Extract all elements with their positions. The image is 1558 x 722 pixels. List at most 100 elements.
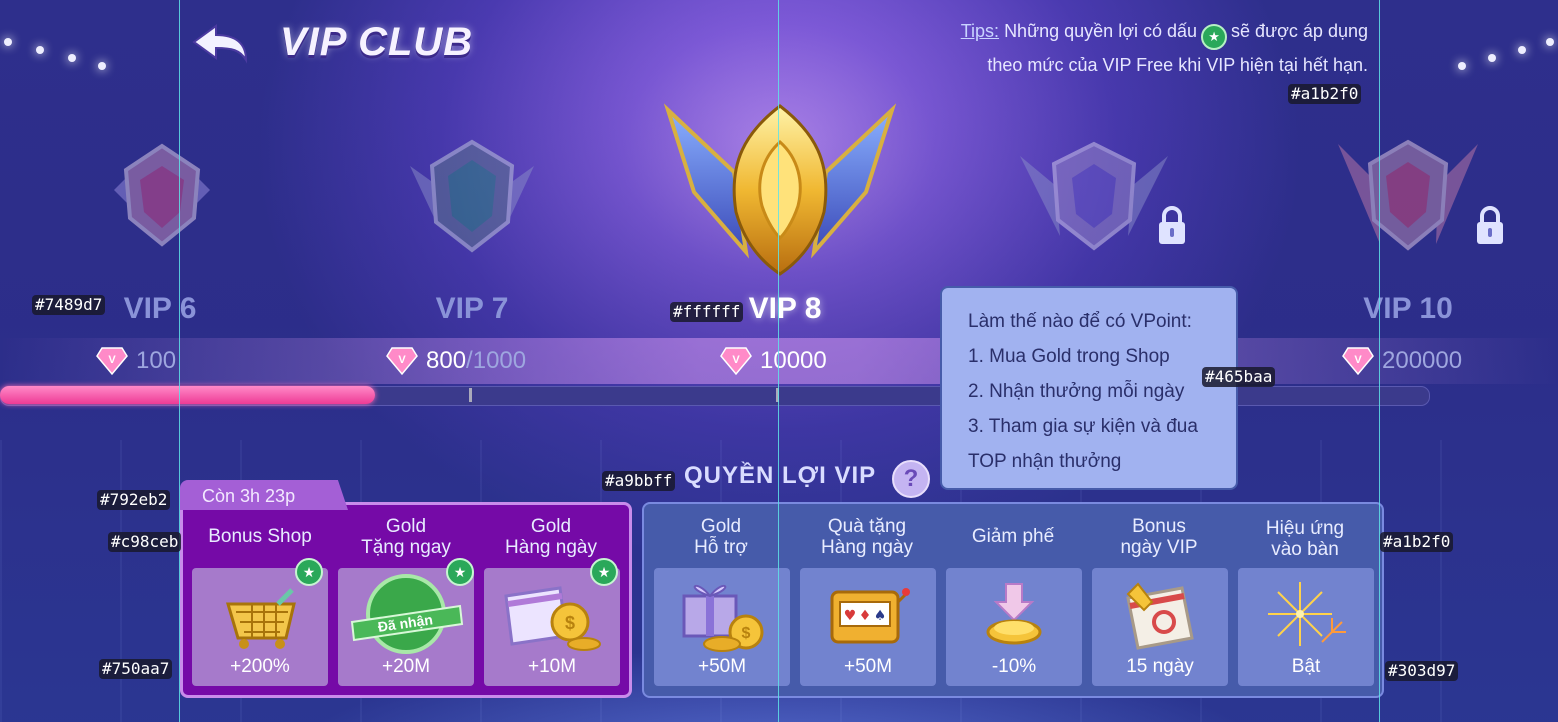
vip8-points: V 10000 — [720, 346, 827, 376]
stadium-light — [1546, 38, 1554, 46]
vip7-points-current: 800 — [426, 347, 467, 374]
vip10-badge-icon[interactable] — [1334, 134, 1482, 258]
vip7-points-total: /1000 — [466, 347, 527, 374]
vip7-label: VIP 7 — [435, 292, 509, 325]
svg-text:♥: ♥ — [844, 608, 857, 624]
vip6-points-value: 100 — [136, 347, 177, 374]
svg-text:♦: ♦ — [859, 608, 872, 624]
color-tag: #a1b2f0 — [1288, 84, 1362, 104]
green-star-icon: ★ — [590, 558, 618, 586]
vip7-badge-icon[interactable] — [404, 136, 540, 256]
benefit-value: -10% — [991, 656, 1037, 677]
benefit-head: Gold Hỗ trợ — [694, 516, 748, 558]
color-tag: #ffffff — [670, 302, 744, 322]
calendar-coins-icon: $ — [504, 586, 601, 651]
color-tag: #a1b2f0 — [1380, 532, 1454, 552]
benefit-card-table-effect[interactable]: Bật — [1238, 568, 1374, 686]
benefits-title: QUYỀN LỢI VIP — [684, 462, 877, 489]
vip8-gold-badge-icon[interactable] — [664, 102, 896, 278]
page-title: VIP CLUB — [280, 20, 474, 64]
benefit-value: +200% — [230, 656, 290, 677]
color-tag: #7489d7 — [32, 295, 106, 315]
claimed-stamp-icon: Đã nhận — [350, 574, 464, 654]
stadium-light — [98, 62, 106, 70]
vip10-points: V 200000 — [1342, 346, 1462, 376]
popup-title: Làm thế nào để có VPoint: — [968, 311, 1192, 332]
stadium-light — [68, 54, 76, 62]
color-tag: #750aa7 — [99, 659, 173, 679]
help-button[interactable]: ? — [892, 460, 930, 498]
timer-tab: Còn 3h 23p — [180, 480, 348, 510]
vip6-points: V 100 — [96, 346, 176, 376]
benefit-head: Hiệu ứng vào bàn — [1265, 518, 1345, 560]
benefit-card-gold-daily[interactable]: $ +10M — [484, 568, 620, 686]
progress-tick — [469, 388, 472, 402]
vpoint-info-popup: Làm thế nào để có VPoint: 1. Mua Gold tr… — [940, 286, 1238, 490]
benefit-head: Gold Hàng ngày — [505, 516, 597, 558]
tips-label: Tips: — [960, 21, 1000, 41]
vpoint-gem-icon: V — [96, 347, 128, 376]
slot-machine-icon: ♥ ♦ ♠ — [830, 588, 910, 644]
benefit-head: Bonus ngày VIP — [1120, 516, 1198, 558]
benefit-card-fee-reduction[interactable]: -10% — [946, 568, 1082, 686]
guide-line — [778, 0, 779, 722]
color-tag: #465baa — [1202, 367, 1276, 387]
benefit-card-gold-support[interactable]: $ +50M — [654, 568, 790, 686]
popup-item: TOP nhận thưởng — [968, 451, 1122, 472]
tips-line1-a: Những quyền lợi có dấu — [1004, 21, 1198, 41]
benefit-value: +10M — [527, 656, 577, 677]
popup-item: 1. Mua Gold trong Shop — [968, 346, 1170, 367]
color-tag: #792eb2 — [97, 490, 171, 510]
guide-line — [179, 0, 180, 722]
benefit-card-daily-gift[interactable]: ♥ ♦ ♠ +50M — [800, 568, 936, 686]
benefit-card-gold-gift[interactable]: Đã nhận +20M — [338, 568, 474, 686]
stadium-light — [4, 38, 12, 46]
tips-text: Tips: Những quyền lợi có dấu ★ sẽ được áp … — [961, 16, 1368, 81]
svg-text:V: V — [732, 354, 740, 366]
green-star-icon: ★ — [446, 558, 474, 586]
coin-down-arrow-icon — [986, 583, 1042, 645]
lock-icon — [1159, 206, 1185, 244]
color-tag: #a9bbff — [602, 471, 676, 491]
vpoint-gem-icon: V — [1342, 347, 1374, 376]
benefit-card-vip-days[interactable]: 15 ngày — [1092, 568, 1228, 686]
tips-line1-b: sẽ được áp dụng — [1231, 21, 1368, 41]
benefit-value: +50M — [843, 656, 893, 677]
back-arrow-icon[interactable] — [190, 22, 250, 66]
vip8-points-value: 10000 — [760, 347, 827, 374]
gift-coins-icon: $ — [682, 584, 764, 652]
benefit-head: Quà tặng Hàng ngày — [821, 516, 913, 558]
color-tag: #c98ceb — [108, 532, 182, 552]
green-star-icon: ★ — [295, 558, 323, 586]
svg-text:V: V — [108, 354, 116, 366]
vpoint-gem-icon: V — [720, 347, 752, 376]
svg-text:♠: ♠ — [874, 608, 887, 624]
vip6-badge-icon[interactable] — [104, 140, 220, 250]
vip10-label: VIP 10 — [1363, 292, 1453, 325]
stadium-light — [36, 46, 44, 54]
guide-line — [1379, 0, 1380, 722]
benefit-head: Giảm phế — [971, 526, 1055, 547]
lock-icon — [1477, 206, 1503, 244]
popup-item: 3. Tham gia sự kiện và đua — [968, 416, 1198, 437]
benefit-head: Gold Tặng ngay — [361, 516, 451, 558]
stadium-light — [1518, 46, 1526, 54]
benefit-value: +20M — [381, 656, 431, 677]
stadium-light — [1458, 62, 1466, 70]
color-tag: #303d97 — [1385, 661, 1459, 681]
benefit-value: 15 ngày — [1126, 656, 1194, 677]
benefit-value: Bật — [1291, 656, 1321, 677]
svg-text:$: $ — [565, 613, 575, 633]
vip9-badge-icon[interactable] — [1016, 136, 1172, 256]
vip-progress-fill — [0, 386, 375, 404]
benefit-head: Bonus Shop — [208, 526, 312, 547]
popup-item: 2. Nhận thưởng mỗi ngày — [968, 381, 1185, 402]
tips-line2: theo mức của VIP Free khi VIP hiện tại h… — [987, 55, 1368, 75]
fireworks-icon — [1268, 582, 1346, 646]
shopping-basket-icon — [225, 588, 296, 649]
benefit-value: +50M — [697, 656, 747, 677]
vip10-points-value: 200000 — [1382, 347, 1463, 374]
svg-text:$: $ — [742, 625, 751, 642]
vip7-points: V 800/1000 — [386, 346, 526, 376]
svg-text:V: V — [1354, 354, 1362, 366]
